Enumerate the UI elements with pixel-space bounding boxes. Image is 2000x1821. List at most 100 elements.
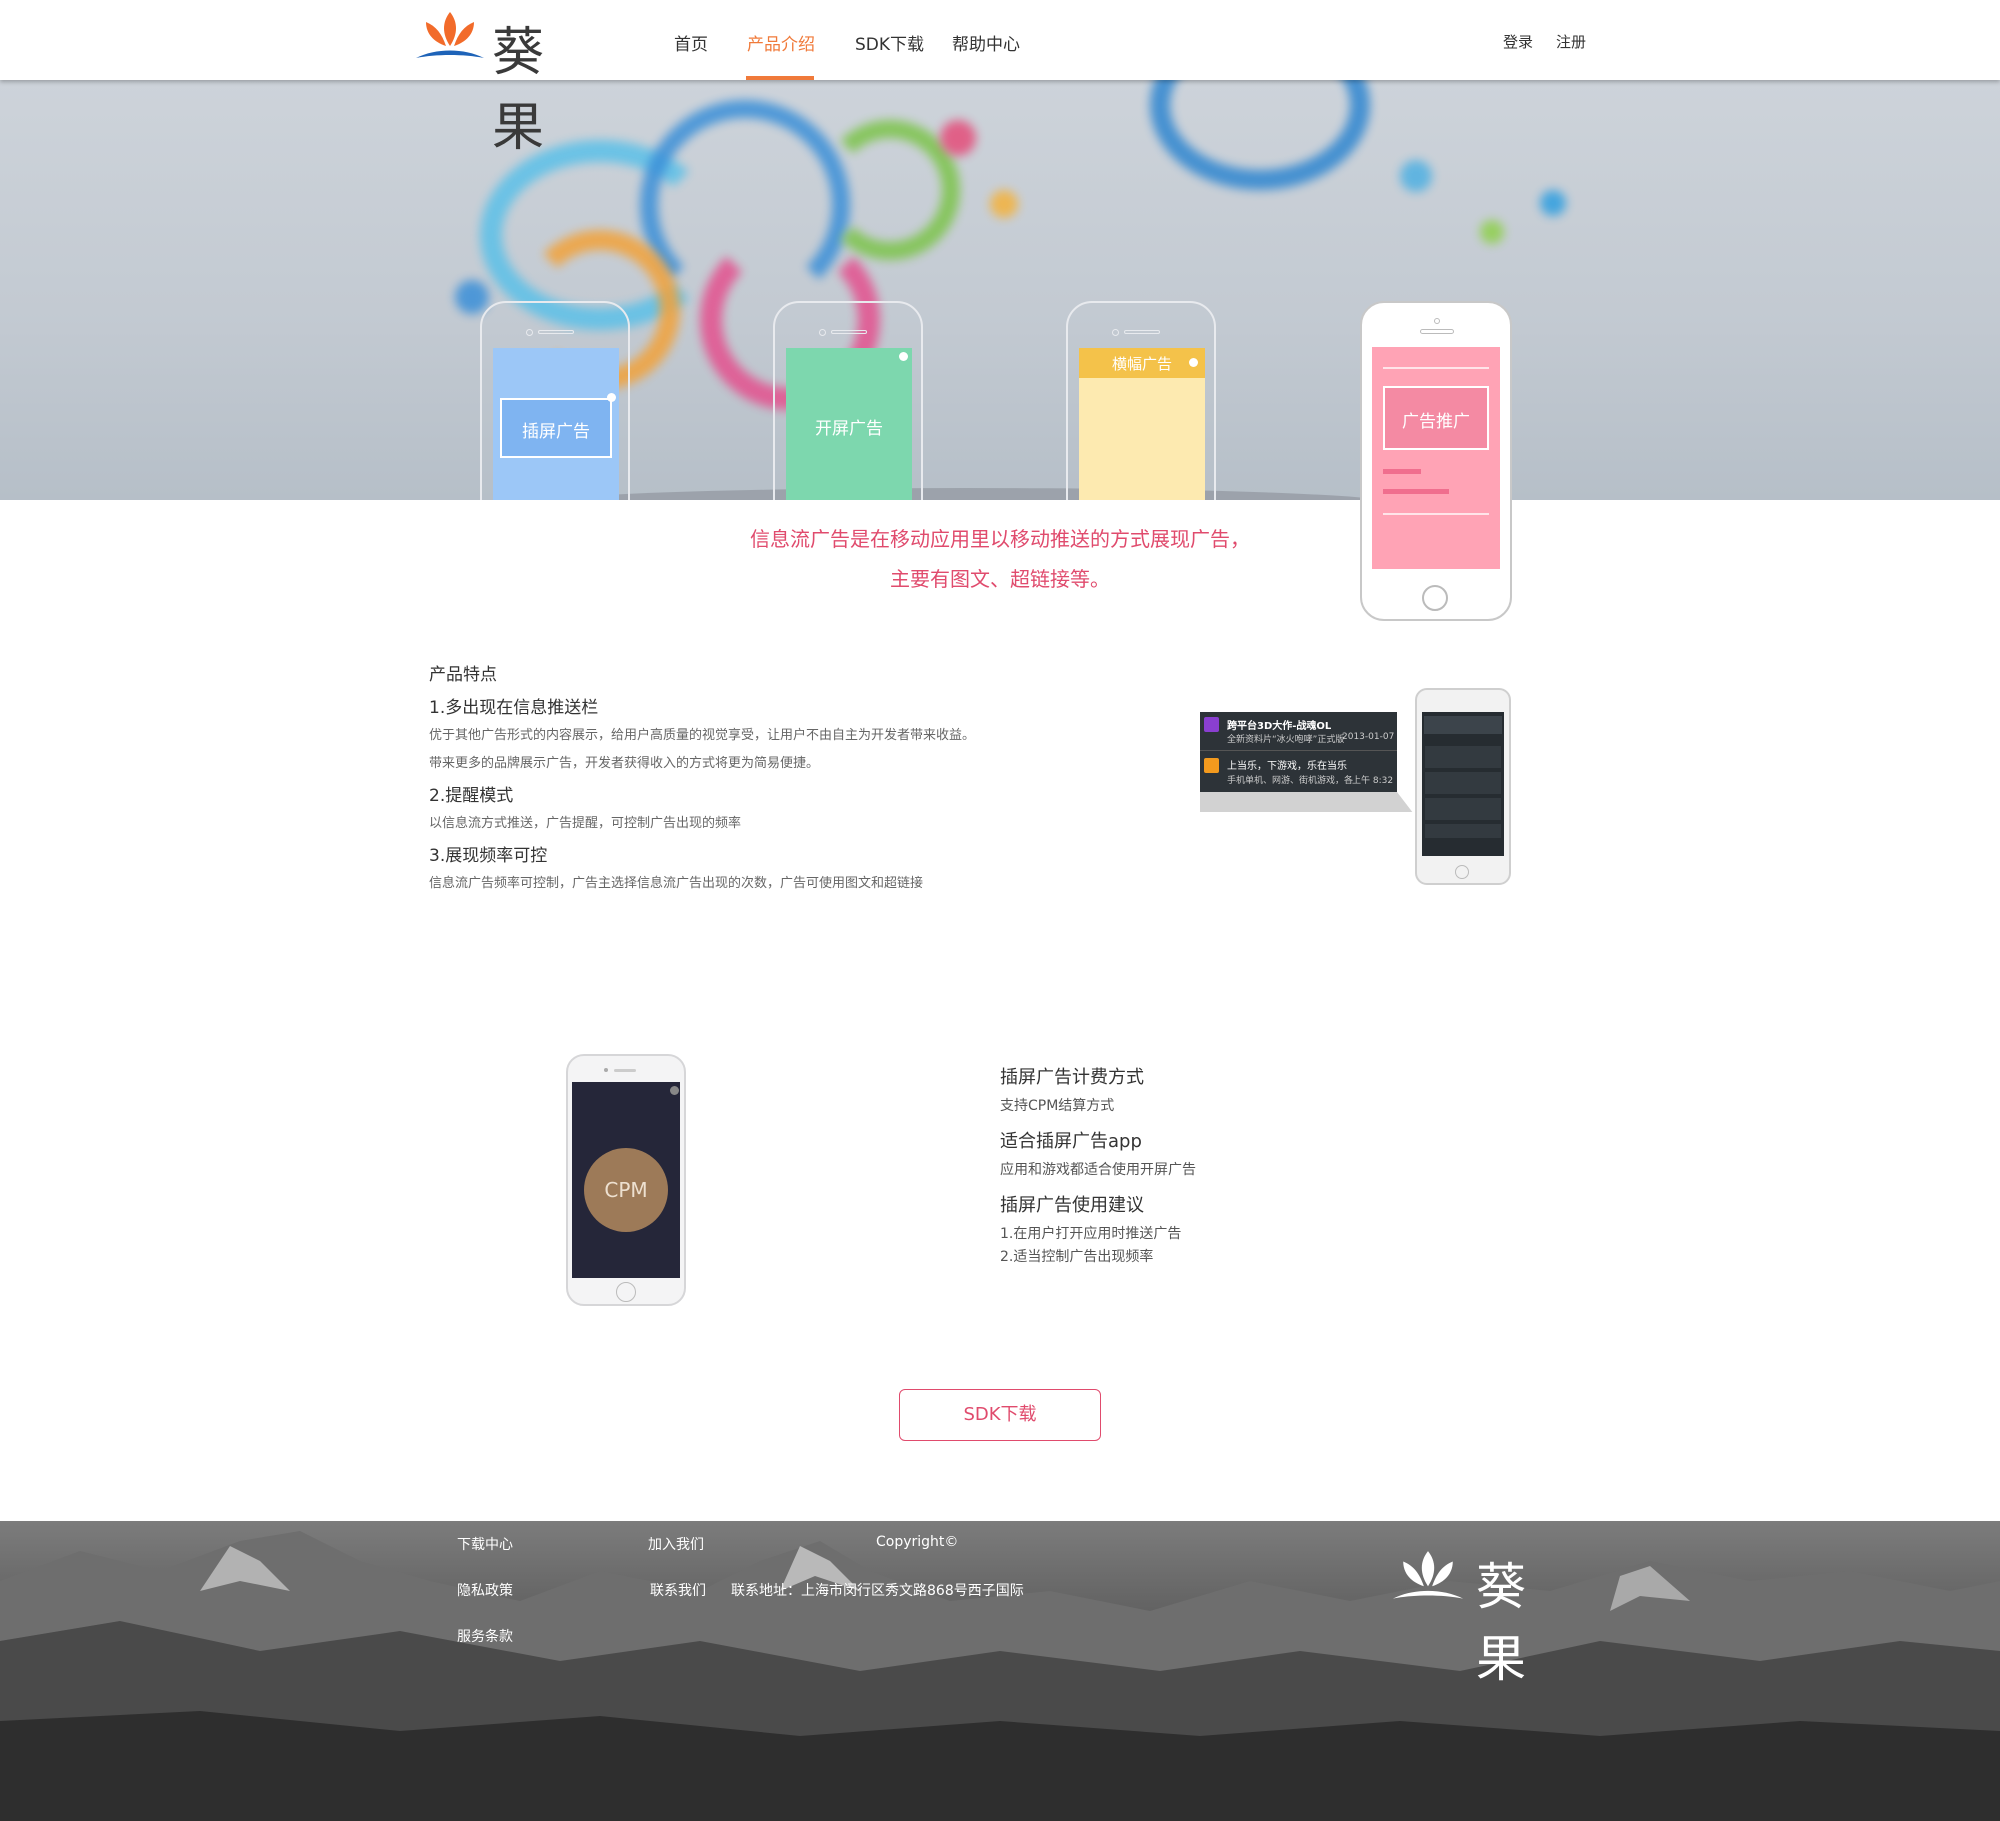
features-heading: 产品特点 [429, 665, 497, 685]
site-footer: 下载中心 隐私政策 服务条款 加入我们 联系我们 Copyright© 联系地址… [0, 1521, 2000, 1821]
suitable-app-text: 应用和游戏都适合使用开屏广告 [1000, 1162, 1196, 1178]
home-button-icon [616, 1282, 636, 1302]
home-button-icon [1422, 585, 1448, 611]
content-line [1383, 513, 1489, 515]
phone-interstitial: 插屏广告 [480, 301, 630, 500]
kuiguo-logo-icon [416, 12, 484, 58]
game-app-icon [1204, 717, 1219, 732]
phone-speaker [614, 1069, 636, 1072]
register-link[interactable]: 注册 [1556, 31, 1586, 52]
cpm-phone: CPM [566, 1054, 686, 1306]
footer-logo-text: 葵果 [1476, 1558, 1528, 1688]
notification-panel: 跨平台3D大作-战魂OL 全新资料片“冰火咆哮”正式版 2013-01-07 上… [1200, 712, 1397, 792]
decor-swirl [1150, 80, 1370, 190]
content-line [1383, 469, 1421, 474]
nav-product-intro[interactable]: 产品介绍 [747, 30, 815, 55]
site-logo[interactable]: 葵果 [412, 8, 597, 158]
close-icon [899, 352, 908, 361]
footer-link-contact-us[interactable]: 联系我们 [650, 1580, 706, 1600]
phone-label: 横幅广告 [1111, 355, 1172, 373]
phone-label: 广告推广 [1402, 412, 1470, 432]
feature-title: 2.提醒模式 [429, 786, 514, 806]
footer-link-join-us[interactable]: 加入我们 [648, 1534, 704, 1554]
phone-camera [819, 329, 826, 336]
content-line [1383, 367, 1489, 369]
phone-label: 开屏广告 [815, 419, 883, 439]
phone-speaker [538, 330, 574, 334]
home-button-icon [1455, 865, 1469, 879]
footer-address: 联系地址：上海市闵行区秀文路868号西子国际 [731, 1583, 1024, 1599]
site-header: 葵果 首页 产品介绍 SDK下载 帮助中心 登录 注册 [0, 0, 2000, 158]
phone-camera [1434, 318, 1440, 324]
footer-link-download-center[interactable]: 下载中心 [457, 1534, 513, 1554]
logo-text: 葵果 [492, 23, 547, 158]
usage-advice-text: 2.适当控制广告出现频率 [1000, 1249, 1154, 1265]
feature-text: 优于其他广告形式的内容展示，给用户高质量的视觉享受，让用户不由自主为开发者带来收… [429, 728, 976, 743]
usage-advice-title: 插屏广告使用建议 [1000, 1195, 1144, 1216]
nav-home[interactable]: 首页 [674, 30, 708, 55]
notif-date: 2013-01-07 [1342, 732, 1395, 742]
phone-speaker [1124, 330, 1160, 334]
phone-screen: 插屏广告 [493, 348, 619, 500]
phone-screen [1422, 712, 1504, 856]
hero-banner: 插屏广告 开屏广告 横幅广告 [0, 80, 2000, 500]
phone-screen: 广告推广 [1372, 347, 1500, 569]
notif-item [1425, 772, 1501, 794]
phone-screen: CPM [572, 1082, 680, 1278]
decor-dot [940, 120, 976, 156]
usage-advice-text: 1.在用户打开应用时推送广告 [1000, 1226, 1182, 1242]
feature-title: 3.展现频率可控 [429, 846, 548, 866]
sdk-download-button[interactable]: SDK下载 [899, 1389, 1101, 1441]
decor-dot [455, 280, 489, 314]
login-link[interactable]: 登录 [1503, 31, 1533, 52]
feature-text: 信息流广告频率可控制，广告主选择信息流广告出现的次数，广告可使用图文和超链接 [429, 876, 924, 891]
notif-title: 跨平台3D大作-战魂OL [1227, 721, 1332, 732]
phone-camera [526, 329, 533, 336]
notif-item [1425, 824, 1501, 838]
phone-camera [1112, 329, 1119, 336]
feature-title: 1.多出现在信息推送栏 [429, 698, 599, 718]
mountain-backdrop [0, 1531, 2000, 1821]
decor-dot [1480, 220, 1504, 244]
active-nav-indicator [746, 76, 814, 80]
phone-screen: 横幅广告 [1079, 348, 1205, 500]
billing-text: 支持CPM结算方式 [1000, 1098, 1115, 1114]
kuiguo-logo-icon [1392, 1551, 1464, 1599]
feature-text: 以信息流方式推送，广告提醒，可控制广告出现的频率 [429, 816, 742, 831]
divider [1200, 750, 1397, 751]
billing-title: 插屏广告计费方式 [1000, 1067, 1144, 1088]
phone-ad-promotion: 广告推广 [1360, 301, 1512, 621]
feature-text: 带来更多的品牌展示广告，开发者获得收入的方式将更为简易便捷。 [429, 756, 820, 771]
phone-speaker [831, 330, 867, 334]
content-line [1383, 489, 1449, 494]
suitable-app-title: 适合插屏广告app [1000, 1131, 1142, 1152]
cpm-badge: CPM [584, 1148, 668, 1232]
notif-item [1425, 798, 1501, 820]
notif-title: 上当乐，下游戏，乐在当乐 [1227, 761, 1347, 772]
intro-line-2: 主要有图文、超链接等。 [890, 567, 1110, 591]
phone-splash: 开屏广告 [773, 301, 923, 500]
footer-link-privacy[interactable]: 隐私政策 [457, 1580, 513, 1600]
intro-line-1: 信息流广告是在移动应用里以移动推送的方式展现广告， [750, 527, 1250, 551]
footer-logo: 葵果 [1388, 1545, 1578, 1688]
footer-link-terms[interactable]: 服务条款 [457, 1626, 513, 1646]
close-icon [670, 1086, 679, 1095]
decor-dot [990, 190, 1018, 218]
banner-floor-shadow [540, 488, 1390, 500]
notif-time: 上午 8:32 [1352, 776, 1394, 786]
decor-dot [1400, 160, 1432, 192]
notification-phone [1415, 688, 1511, 885]
phone-screen: 开屏广告 [786, 348, 912, 500]
notif-item [1425, 746, 1501, 768]
notif-subtitle: 手机单机、网游、街机游戏，各 [1227, 776, 1354, 786]
nav-sdk-download[interactable]: SDK下载 [855, 30, 924, 55]
phone-camera [604, 1068, 608, 1072]
phone-speaker [1420, 329, 1454, 334]
footer-copyright: Copyright© [876, 1534, 959, 1550]
dangle-app-icon [1204, 758, 1219, 773]
nav-help-center[interactable]: 帮助中心 [952, 30, 1020, 55]
phone-label: 插屏广告 [522, 422, 590, 442]
close-icon [607, 393, 616, 402]
decor-swirl [820, 120, 960, 260]
phone-banner-ad: 横幅广告 [1066, 301, 1216, 500]
